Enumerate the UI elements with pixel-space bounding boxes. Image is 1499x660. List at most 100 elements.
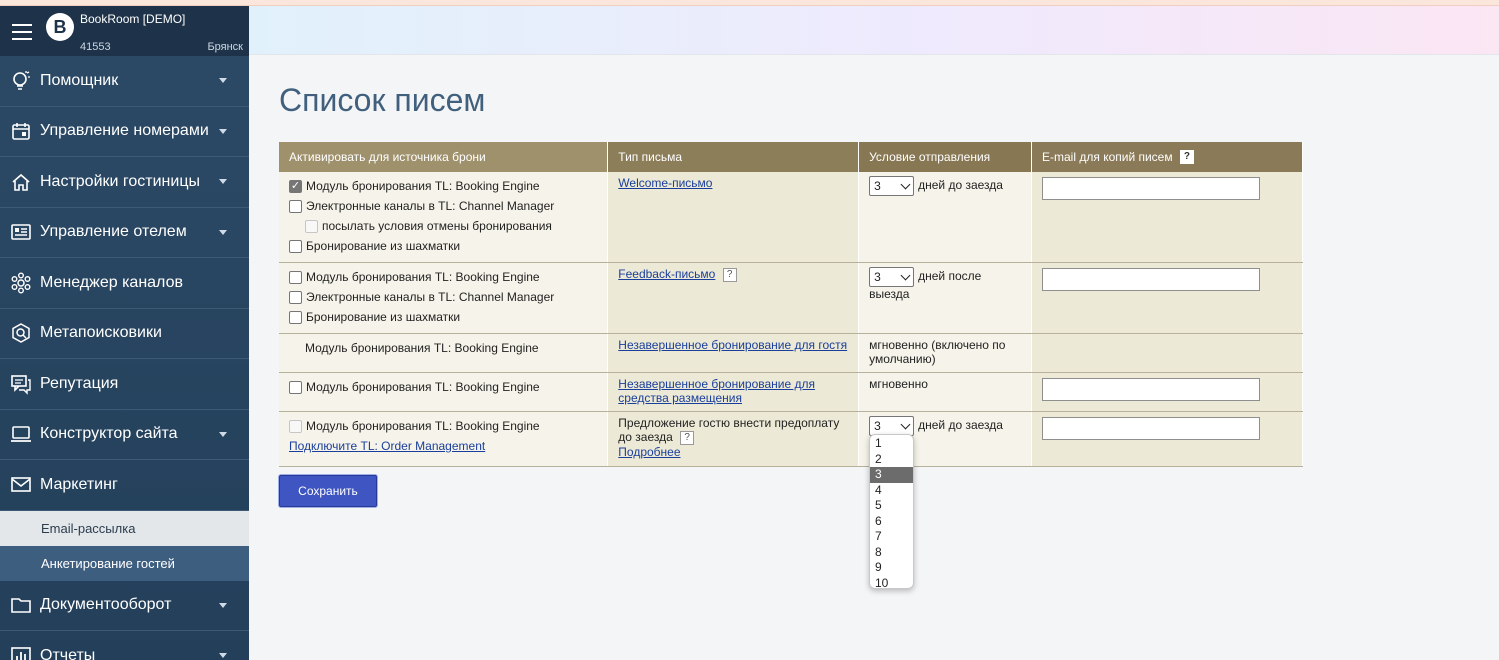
source-option: Модуль бронирования TL: Booking Engine [289,338,597,358]
help-icon[interactable]: ? [722,267,737,282]
dropdown-option[interactable]: 1 [870,436,913,452]
dashboard-icon [10,221,32,243]
email-copy-input[interactable] [1042,177,1261,200]
chevron-down-icon [219,179,227,184]
table-header-row: Активировать для источника брони Тип пис… [279,142,1303,172]
table-row: ✓ Модуль бронирования TL: Booking Engine… [279,172,1303,263]
sidebar-item-hotel-management[interactable]: Управление отелем [0,208,249,258]
email-copy-input[interactable] [1042,268,1261,291]
sidebar-item-label: Управление отелем [40,223,187,241]
letter-type-link[interactable]: Welcome-письмо [618,176,712,190]
dropdown-option[interactable]: 6 [870,514,913,530]
letter-type-link[interactable]: Незавершенное бронирование для гостя [618,338,847,352]
source-label: Модуль бронирования TL: Booking Engine [305,341,539,355]
table-row: Модуль бронирования TL: Booking Engine Н… [279,372,1303,412]
sidebar-subitem-email-campaign[interactable]: Email-рассылка [0,510,249,546]
source-option: Модуль бронирования TL: Booking Engine [289,377,597,397]
checkbox-checked[interactable]: ✓ [289,179,302,193]
sources-cell: Модуль бронирования TL: Booking Engine П… [279,411,609,467]
more-link[interactable]: Подробнее [618,445,680,459]
sidebar-item-assistant[interactable]: Помощник [0,56,249,107]
sidebar-item-label: Конструктор сайта [40,425,178,443]
source-label: Бронирование из шахматки [306,310,461,324]
dropdown-option[interactable]: 10 [870,576,913,592]
dropdown-option[interactable]: 4 [870,483,913,499]
dropdown-option[interactable]: 5 [870,498,913,514]
source-option: посылать условия отмены бронирования [289,216,597,236]
checkbox[interactable] [289,380,302,394]
search-icon [10,322,32,344]
app-brand: BookRoom [DEMO] [80,12,186,26]
dropdown-option-selected[interactable]: 3 [870,467,913,483]
sidebar-item-reputation[interactable]: Репутация [0,359,249,410]
source-label: Электронные каналы в TL: Channel Manager [306,199,555,213]
sidebar-item-label: Помощник [40,71,119,89]
source-option: Бронирование из шахматки [289,236,597,256]
sidebar-item-label: Метапоисковики [40,324,162,342]
chevron-down-icon [219,431,227,437]
chat-icon [10,373,32,395]
save-button[interactable]: Сохранить [279,475,377,507]
condition-cell: 3 дней после выезда [858,262,1033,334]
email-copy-input[interactable] [1042,378,1261,401]
dropdown-option[interactable]: 7 [870,529,913,545]
type-cell: Предложение гостю внести предоплату до з… [607,411,860,467]
checkbox[interactable] [289,239,302,253]
table-row: Модуль бронирования TL: Booking Engine Н… [279,333,1303,373]
sidebar-item-hotel-settings[interactable]: Настройки гостиницы [0,157,249,208]
checkbox-disabled [305,219,318,233]
condition-text: дней до заезда [918,178,1003,193]
dropdown-option[interactable]: 9 [870,560,913,576]
email-cell [1031,333,1303,373]
email-copy-input[interactable] [1042,417,1261,440]
select-value: 3 [874,179,881,193]
sidebar-item-site-builder[interactable]: Конструктор сайта [0,410,249,460]
letter-type-link[interactable]: Незавершенное бронирование для средства … [618,377,815,405]
source-label: Бронирование из шахматки [306,239,461,253]
sidebar-item-rooms[interactable]: Управление номерами [0,107,249,157]
source-label: посылать условия отмены бронирования [322,219,552,233]
help-icon[interactable]: ? [680,430,695,445]
top-banner [249,6,1499,55]
calendar-icon [10,120,32,142]
days-dropdown-list: 1 2 3 4 5 6 7 8 9 10 [869,434,914,592]
table-row: Модуль бронирования TL: Booking Engine Э… [279,262,1303,334]
source-label: Модуль бронирования TL: Booking Engine [306,179,540,193]
sidebar-item-reports[interactable]: Отчеты [0,631,249,660]
column-header-email: E-mail для копий писем ? [1031,142,1303,172]
days-select[interactable]: 3 [869,176,915,196]
checkbox[interactable] [289,270,302,284]
source-label: Модуль бронирования TL: Booking Engine [306,270,540,284]
sidebar-item-channel-manager[interactable]: Менеджер каналов [0,258,249,309]
letter-type-text: Предложение гостю внести предоплату до з… [618,416,840,444]
type-cell: Feedback-письмо ? [607,262,860,334]
source-label: Модуль бронирования TL: Booking Engine [306,419,540,433]
condition-text: мгновенно [869,377,928,391]
days-select-open[interactable]: 3 [869,416,915,436]
chevron-down-icon [900,419,911,429]
dropdown-option[interactable]: 2 [870,452,913,468]
type-cell: Welcome-письмо [607,172,860,263]
chevron-down-icon [219,602,227,608]
sidebar-item-documents[interactable]: Документооборот [0,581,249,631]
connect-order-management-link[interactable]: Подключите TL: Order Management [289,439,485,453]
menu-icon[interactable] [12,24,32,40]
column-header: Тип письма [607,142,860,172]
folder-icon [10,594,32,616]
sidebar-item-marketing[interactable]: Маркетинг [0,460,249,511]
sidebar-subitem-guest-survey[interactable]: Анкетирование гостей [0,545,249,581]
sources-cell: ✓ Модуль бронирования TL: Booking Engine… [279,172,609,263]
checkbox[interactable] [289,290,302,304]
hotel-city: Брянск [207,41,243,53]
chevron-down-icon [900,270,911,280]
sidebar-item-metasearch[interactable]: Метапоисковики [0,309,249,359]
select-value: 3 [874,270,881,284]
checkbox[interactable] [289,199,302,213]
sidebar-header: B BookRoom [DEMO] 41553 Брянск [0,6,249,56]
days-select[interactable]: 3 [869,267,915,287]
sources-cell: Модуль бронирования TL: Booking Engine Э… [279,262,609,334]
checkbox[interactable] [289,310,302,324]
dropdown-option[interactable]: 8 [870,545,913,561]
letter-type-link[interactable]: Feedback-письмо [618,267,715,281]
help-icon[interactable]: ? [1179,150,1194,165]
